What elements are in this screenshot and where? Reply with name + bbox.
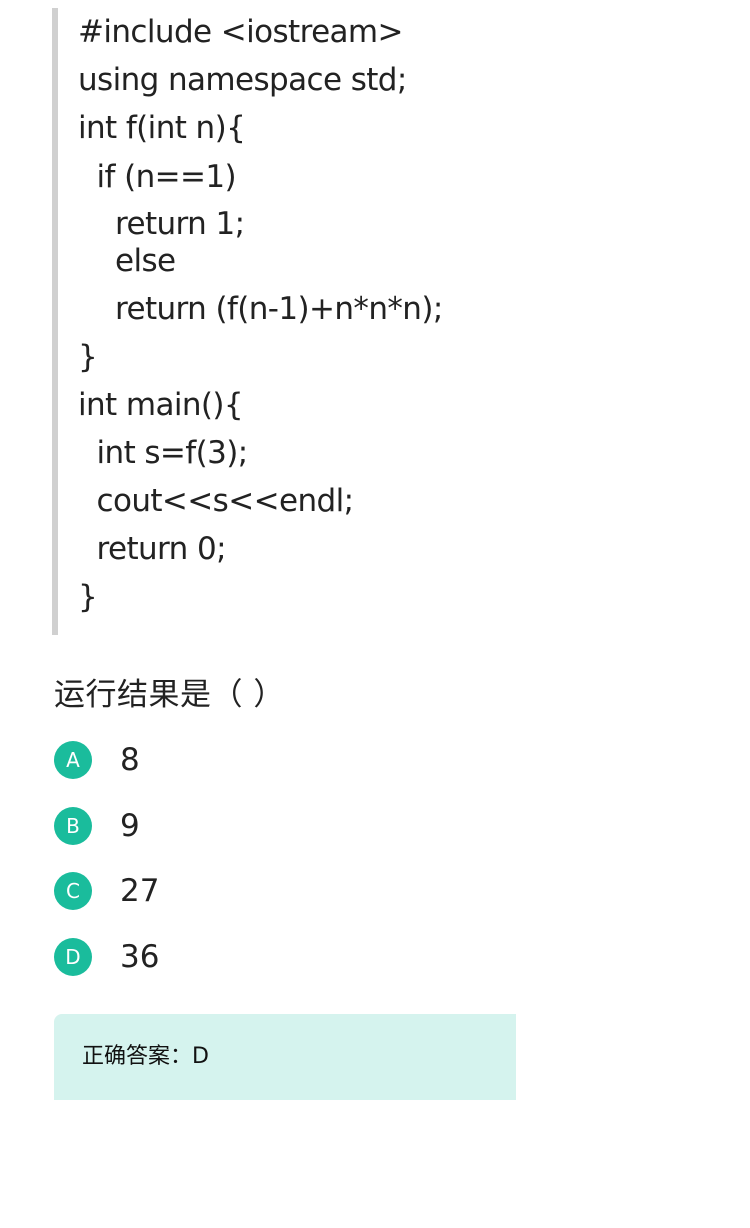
option-letter-badge: A bbox=[54, 741, 92, 779]
code-line: return 1; bbox=[78, 206, 245, 242]
option-value: 36 bbox=[120, 939, 160, 975]
option-letter-badge: B bbox=[54, 807, 92, 845]
option-b[interactable]: B 9 bbox=[54, 806, 140, 846]
code-line: #include <iostream> bbox=[78, 14, 404, 50]
option-c[interactable]: C 27 bbox=[54, 871, 159, 911]
code-line: } bbox=[78, 579, 98, 615]
question-text: 运行结果是（ ） bbox=[54, 677, 285, 713]
code-line: int main(){ bbox=[78, 387, 244, 423]
option-d[interactable]: D 36 bbox=[54, 937, 159, 977]
code-line: int s=f(3); bbox=[78, 435, 249, 471]
code-line: int f(int n){ bbox=[78, 110, 246, 146]
code-line: } bbox=[78, 339, 98, 375]
option-letter-badge: C bbox=[54, 872, 92, 910]
code-line: using namespace std; bbox=[78, 62, 407, 98]
option-value: 9 bbox=[120, 808, 140, 844]
option-value: 27 bbox=[120, 873, 160, 909]
option-value: 8 bbox=[120, 742, 140, 778]
code-block: #include <iostream> using namespace std;… bbox=[52, 8, 678, 635]
option-a[interactable]: A 8 bbox=[54, 740, 140, 780]
code-line: return (f(n-1)+n*n*n); bbox=[78, 291, 443, 327]
code-line: cout<<s<<endl; bbox=[78, 483, 355, 519]
option-letter-badge: D bbox=[54, 938, 92, 976]
correct-answer-text: 正确答案：D bbox=[82, 1044, 209, 1069]
code-line: else bbox=[78, 243, 176, 279]
answer-box: 正确答案：D bbox=[54, 1014, 516, 1100]
code-line: return 0; bbox=[78, 531, 227, 567]
code-line: if (n==1) bbox=[78, 159, 237, 195]
